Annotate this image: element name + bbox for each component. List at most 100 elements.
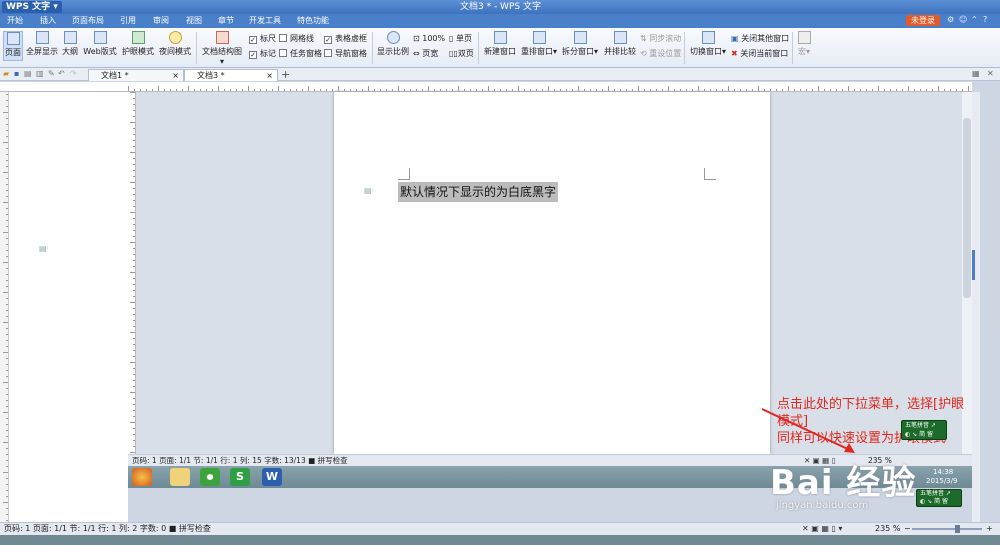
ruler-tick [130, 302, 135, 303]
ruler-tick [133, 110, 135, 111]
ruler-tick [236, 89, 237, 91]
zoom-slider[interactable] [912, 528, 982, 530]
outer-taskbar [0, 535, 1000, 545]
app-menu-button[interactable]: WPS 文字 ▾ [2, 1, 62, 13]
open-icon[interactable]: ▰ [3, 69, 9, 78]
browser-icon[interactable] [200, 468, 220, 486]
tab-doc3[interactable]: 文档3 * × [184, 69, 278, 81]
tab-doc1[interactable]: 文档1 * × [88, 69, 184, 81]
single-page-button[interactable]: ▯ 单页 [449, 33, 472, 44]
spreadsheet-icon[interactable]: S [230, 468, 250, 486]
menu-review[interactable]: 审阅 [153, 14, 169, 28]
start-button[interactable] [132, 468, 152, 486]
format-painter-icon[interactable]: ✎ [48, 69, 55, 78]
tab-menu-icon[interactable]: ▦ [972, 69, 980, 78]
ruler-tick [332, 89, 333, 91]
outer-scrollbar-thumb[interactable] [994, 150, 999, 330]
web-view-button[interactable]: Web版式 [82, 31, 118, 57]
ruler-tick [133, 140, 135, 141]
nav-pane-checkbox[interactable]: 导航窗格 [324, 48, 367, 59]
task-pane-checkbox[interactable]: 任务窗格 [279, 48, 322, 59]
zoom-100-button[interactable]: ⊡ 100% [413, 33, 445, 44]
ime-toolbar[interactable]: 五笔拼音 ↗ ◐ ↘ 简 留 [901, 420, 947, 440]
undo-icon[interactable]: ↶ [58, 69, 65, 78]
new-tab-icon[interactable]: + [281, 68, 290, 81]
new-window-button[interactable]: 新建窗口 [482, 31, 518, 57]
ruler-tick [133, 398, 135, 399]
separator [196, 32, 197, 64]
macro-button[interactable]: 宏▾ [795, 31, 813, 57]
ruler-tick [326, 89, 327, 91]
document-tab-bar: ▰ ▪ ▤ ▥ ✎ ↶ ↷ 文档1 * × 文档3 * × + ▦ ✕ [0, 68, 1000, 81]
page-view-button[interactable]: 页面 [3, 31, 23, 61]
menu-developer[interactable]: 开发工具 [249, 14, 281, 28]
gridlines-checkbox[interactable]: 网格线 [279, 33, 314, 44]
minimize-icon[interactable]: ⌃ [971, 15, 980, 25]
reset-position-button[interactable]: ⟲ 重设位置 [640, 48, 681, 59]
vertical-ruler[interactable] [128, 92, 136, 454]
side-by-side-button[interactable]: 并排比较 [603, 31, 637, 57]
sync-scroll-button[interactable]: ⇅ 同步滚动 [640, 33, 681, 44]
view-mode-icons[interactable]: ✕ ▣ ▦ ▯ ▾ [802, 523, 842, 535]
gridlines-label: 网格线 [290, 34, 314, 43]
outline-button[interactable]: 大纲 [61, 31, 79, 57]
outer-scrollbar[interactable] [972, 92, 980, 522]
eye-care-button[interactable]: 护眼模式 [120, 31, 156, 57]
close-window-icon[interactable]: ✕ [987, 69, 994, 78]
ruler-tick [3, 232, 8, 233]
close-tab-icon[interactable]: × [266, 70, 273, 81]
zoom-slider-knob[interactable] [955, 525, 960, 533]
ruler-checkbox[interactable]: ✓ 标尺 [249, 33, 276, 44]
ruler-tick [6, 346, 8, 347]
close-current-button[interactable]: ✖ 关闭当前窗口 [731, 48, 788, 59]
doc-map-button[interactable]: 文档结构图 ▾ [199, 31, 245, 66]
document-page[interactable] [334, 92, 770, 454]
night-mode-button[interactable]: 夜间模式 [157, 31, 193, 57]
close-others-label: 关闭其他窗口 [741, 34, 790, 43]
ruler-tick [6, 238, 8, 239]
login-button[interactable]: 未登录 [906, 15, 940, 26]
menu-page-layout[interactable]: 页面布局 [72, 14, 104, 28]
zoom-out-icon[interactable]: − [904, 523, 911, 535]
ruler-tick [572, 89, 573, 91]
settings-icon[interactable]: ☺ [959, 15, 968, 25]
preview-icon[interactable]: ▥ [36, 69, 44, 78]
fullscreen-button[interactable]: 全屏显示 [25, 31, 59, 57]
ruler-tick [6, 388, 8, 389]
ruler-tick [133, 284, 135, 285]
ruler-tick [338, 86, 339, 91]
explorer-icon[interactable] [170, 468, 190, 486]
redo-icon[interactable]: ↷ [70, 69, 77, 78]
table-gridlines-checkbox[interactable]: ✓ 表格虚框 [324, 33, 367, 44]
annotation-line-3: 同样可以快速设置为护眼模式 [777, 431, 947, 446]
menu-home[interactable]: 开始 [7, 14, 23, 28]
menu-chapter[interactable]: 章节 [218, 14, 234, 28]
help-icon[interactable]: ? [983, 15, 992, 25]
ime-toolbar-2[interactable]: 五笔拼音 ↗ ◐ ↘ 简 留 [916, 489, 962, 507]
save-icon[interactable]: ▪ [14, 69, 19, 78]
zoom-button[interactable]: 显示比例 [376, 31, 410, 57]
outline-label: 大纲 [62, 47, 78, 56]
menu-references[interactable]: 引用 [120, 14, 136, 28]
print-icon[interactable]: ▤ [24, 69, 32, 78]
split-window-button[interactable]: 拆分窗口▾ [561, 31, 599, 57]
document-text[interactable]: 默认情况下显示的为白底黑字 [398, 182, 559, 202]
scrollbar-thumb[interactable] [963, 118, 971, 298]
close-others-button[interactable]: ▣ 关闭其他窗口 [731, 33, 789, 44]
arrange-window-button[interactable]: 重排窗口▾ [520, 31, 558, 57]
menu-view[interactable]: 视图 [186, 14, 202, 28]
eye-care-label: 护眼模式 [122, 47, 154, 56]
zoom-in-icon[interactable]: + [986, 523, 993, 535]
skin-icon[interactable]: ⚙ [947, 15, 956, 25]
ruler-tick [6, 100, 8, 101]
markup-checkbox[interactable]: ✓ 标记 [249, 48, 276, 59]
menu-insert[interactable]: 插入 [40, 14, 56, 28]
double-page-button[interactable]: ▯▯双页 [449, 48, 474, 59]
writer-icon[interactable]: W [262, 468, 282, 486]
ruler-tick [200, 89, 201, 91]
menu-special[interactable]: 特色功能 [297, 14, 329, 28]
close-tab-icon[interactable]: × [172, 70, 179, 81]
switch-window-button[interactable]: 切换窗口▾ [688, 31, 728, 57]
horizontal-ruler[interactable] [128, 82, 972, 92]
page-width-button[interactable]: ⇔ 页宽 [413, 48, 438, 59]
